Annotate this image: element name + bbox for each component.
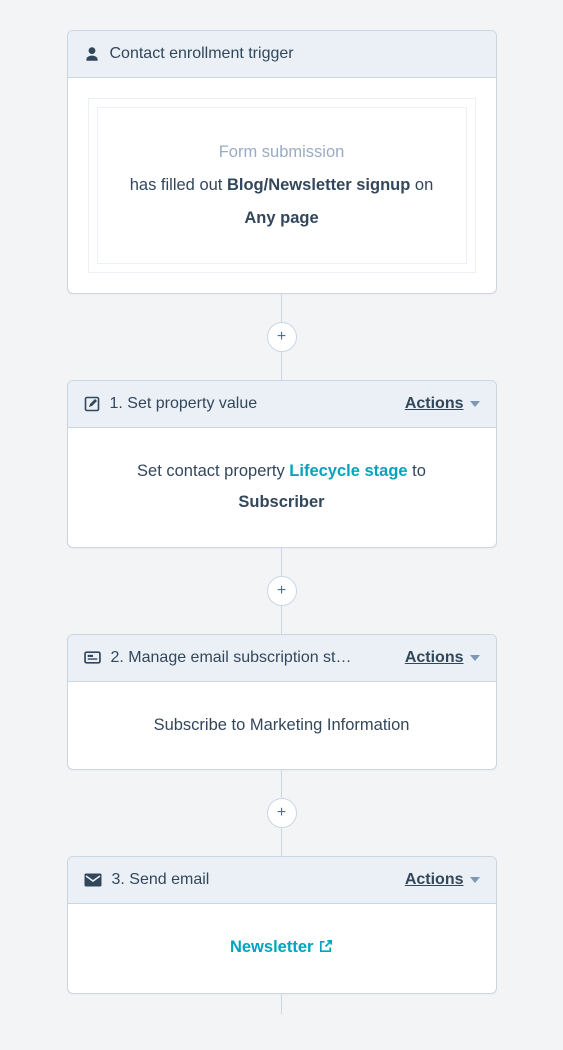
connector: + [267,294,297,380]
step-3-card[interactable]: 3. Send email Actions Newsletter [67,856,497,994]
step-title: 1. Set property value [110,395,258,413]
actions-menu[interactable]: Actions [405,395,480,413]
email-link[interactable]: Newsletter [230,938,333,956]
caret-down-icon [470,401,480,407]
subscription-icon [84,649,101,666]
card-header: 2. Manage email subscription st… Actions [68,635,496,682]
trigger-body: Form submission has filled out Blog/News… [68,78,496,293]
trigger-type-label: Form submission [114,136,450,169]
step-title: 2. Manage email subscription st… [111,649,352,667]
card-header: 1. Set property value Actions [68,381,496,428]
step-body: Newsletter [68,904,496,993]
property-link[interactable]: Lifecycle stage [289,462,407,480]
card-header: Contact enrollment trigger [68,31,496,78]
edit-property-icon [84,396,100,412]
card-header: 3. Send email Actions [68,857,496,904]
step-body: Set contact property Lifecycle stage to … [68,428,496,547]
actions-menu[interactable]: Actions [405,649,480,667]
connector: + [267,548,297,634]
actions-menu[interactable]: Actions [405,871,480,889]
step-2-card[interactable]: 2. Manage email subscription st… Actions… [67,634,497,770]
connector [281,994,282,1014]
add-step-button[interactable]: + [267,798,297,828]
email-icon [84,873,102,887]
step-1-card[interactable]: 1. Set property value Actions Set contac… [67,380,497,548]
trigger-title: Contact enrollment trigger [110,45,294,63]
trigger-page: Any page [244,209,318,227]
add-step-button[interactable]: + [267,576,297,606]
property-value: Subscriber [238,493,324,511]
step-body: Subscribe to Marketing Information [68,682,496,769]
external-link-icon [318,934,333,965]
trigger-description: has filled out Blog/Newsletter signup on… [114,169,450,235]
enrollment-trigger-card[interactable]: Contact enrollment trigger Form submissi… [67,30,497,294]
step-title: 3. Send email [112,871,210,889]
connector: + [267,770,297,856]
contact-icon [84,46,100,62]
caret-down-icon [470,655,480,661]
caret-down-icon [470,877,480,883]
form-name: Blog/Newsletter signup [227,176,410,194]
add-step-button[interactable]: + [267,322,297,352]
